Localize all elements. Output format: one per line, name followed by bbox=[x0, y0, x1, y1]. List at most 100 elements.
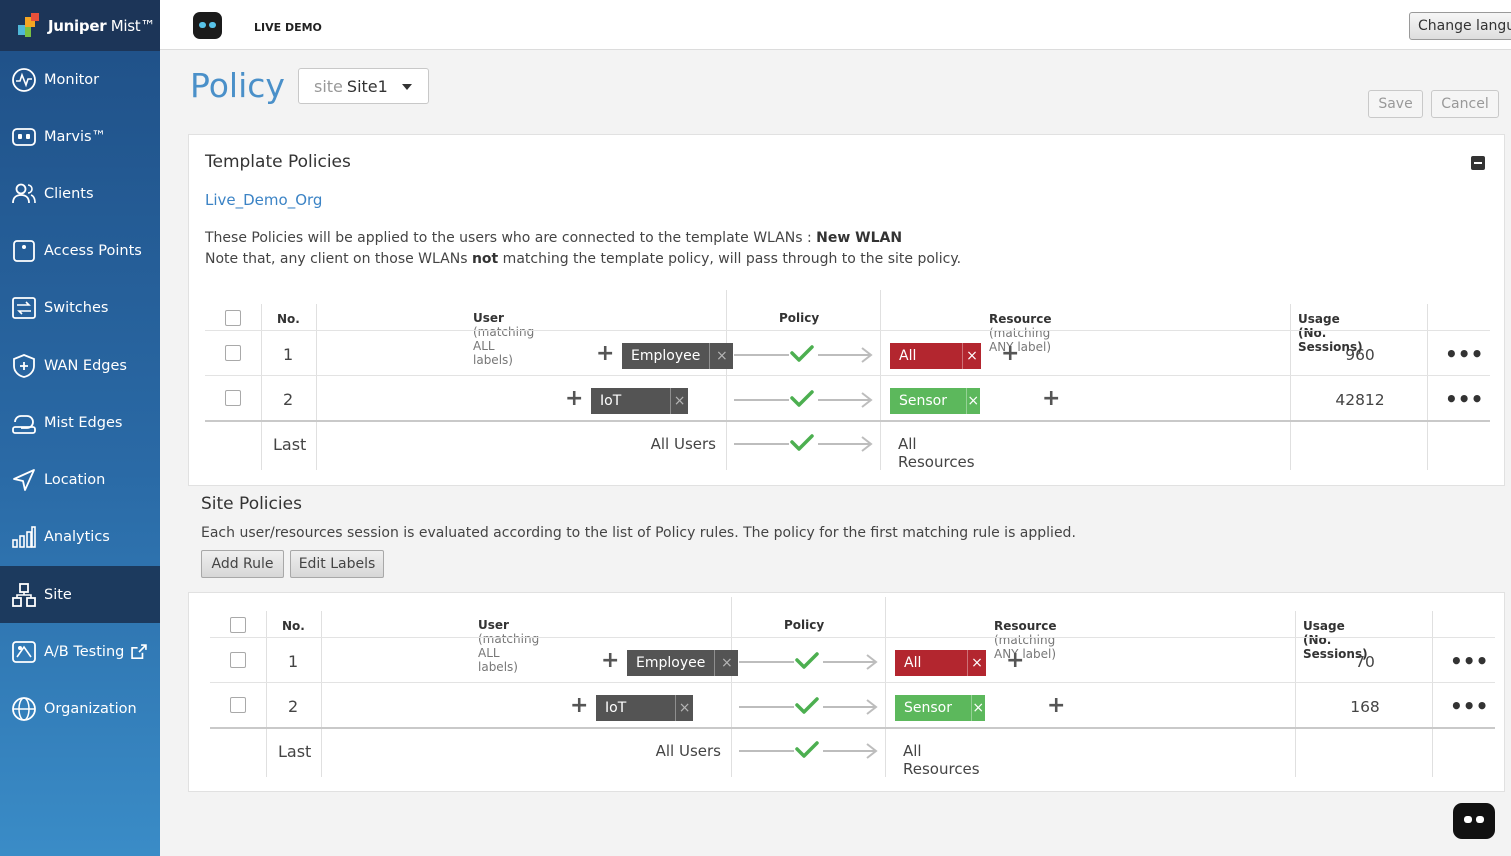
resource-label-tag: Sensor Server × bbox=[890, 388, 980, 435]
user-label-tag: Employee × bbox=[627, 650, 739, 676]
external-link-icon bbox=[131, 643, 148, 659]
add-resource-label-icon[interactable]: + bbox=[1047, 695, 1065, 717]
col-header-user: User (matching ALL labels) bbox=[473, 311, 535, 367]
row-checkbox[interactable] bbox=[230, 697, 246, 713]
sidebar-item-label: Switches bbox=[44, 299, 109, 316]
save-button[interactable]: Save bbox=[1368, 90, 1423, 118]
sidebar-item-clients[interactable]: Clients bbox=[0, 165, 160, 222]
more-options-icon[interactable]: ••• bbox=[1445, 387, 1483, 411]
site-selector[interactable]: site Site1 bbox=[298, 68, 429, 104]
add-resource-label-icon[interactable]: + bbox=[1042, 388, 1060, 410]
row-number: 1 bbox=[283, 345, 294, 364]
select-all-checkbox[interactable] bbox=[225, 310, 241, 326]
edit-labels-button[interactable]: Edit Labels bbox=[290, 550, 384, 578]
col-header-resource: Resource (matching ANY label) bbox=[989, 312, 1052, 354]
default-allow-policy-icon bbox=[734, 434, 874, 454]
sidebar-item-monitor[interactable]: Monitor bbox=[0, 51, 160, 108]
sidebar-item-switches[interactable]: Switches bbox=[0, 279, 160, 336]
monitor-icon bbox=[12, 67, 36, 92]
sidebar-item-wan-edges[interactable]: WAN Edges bbox=[0, 337, 160, 394]
col-header-no: No. bbox=[282, 619, 305, 633]
org-link[interactable]: Live_Demo_Org bbox=[205, 191, 322, 209]
mist-edges-icon bbox=[12, 414, 36, 434]
remove-tag-icon[interactable]: × bbox=[669, 388, 688, 414]
marvis-icon bbox=[12, 127, 36, 146]
template-description-line1: These Policies will be applied to the us… bbox=[205, 230, 903, 246]
last-row-label: Last bbox=[278, 742, 312, 761]
sidebar: Juniper Mist™ Monitor Marvis™ Clients Ac… bbox=[0, 0, 160, 856]
site-policies-title: Site Policies bbox=[201, 494, 302, 514]
top-bar: LIVE DEMO Change langu bbox=[160, 0, 1511, 50]
usage-sessions: 960 bbox=[1345, 346, 1375, 364]
sidebar-item-marvis[interactable]: Marvis™ bbox=[0, 108, 160, 165]
sidebar-item-analytics[interactable]: Analytics bbox=[0, 508, 160, 565]
add-resource-label-icon[interactable]: + bbox=[1001, 343, 1019, 365]
row-number: 1 bbox=[288, 652, 299, 671]
usage-sessions: 70 bbox=[1355, 653, 1375, 671]
add-rule-button[interactable]: Add Rule bbox=[201, 550, 284, 578]
marvis-bot-icon[interactable] bbox=[193, 12, 222, 39]
all-resources-label: All Resources bbox=[903, 742, 980, 778]
sidebar-item-location[interactable]: Location bbox=[0, 451, 160, 508]
sidebar-item-label: Mist Edges bbox=[44, 414, 123, 431]
select-all-checkbox[interactable] bbox=[230, 617, 246, 633]
sidebar-item-access-points[interactable]: Access Points bbox=[0, 222, 160, 279]
remove-tag-icon[interactable]: × bbox=[709, 343, 733, 369]
col-header-policy: Policy bbox=[779, 311, 820, 325]
col-header-no: No. bbox=[277, 312, 300, 326]
all-resources-label: All Resources bbox=[898, 435, 975, 471]
remove-tag-icon[interactable]: × bbox=[967, 650, 986, 676]
more-options-icon[interactable]: ••• bbox=[1450, 694, 1488, 718]
default-allow-policy-icon bbox=[739, 741, 879, 761]
remove-tag-icon[interactable]: × bbox=[965, 388, 980, 414]
col-header-user: User (matching ALL labels) bbox=[478, 618, 540, 674]
sidebar-item-ab-testing[interactable]: A/B Testing bbox=[0, 623, 160, 680]
add-user-label-icon[interactable]: + bbox=[601, 650, 619, 672]
site-description: Each user/resources session is evaluated… bbox=[201, 525, 1076, 541]
site-selector-value: Site1 bbox=[346, 77, 388, 96]
user-label-tag: IoT Sensors × bbox=[596, 695, 694, 742]
add-user-label-icon[interactable]: + bbox=[596, 343, 614, 365]
sidebar-item-label: Access Points bbox=[44, 242, 142, 259]
all-users-label: All Users bbox=[650, 435, 716, 453]
change-language-button[interactable]: Change langu bbox=[1409, 12, 1511, 40]
chat-bot-button[interactable] bbox=[1453, 803, 1495, 839]
add-user-label-icon[interactable]: + bbox=[565, 388, 583, 410]
wan-edges-icon bbox=[13, 353, 35, 378]
allow-policy-icon[interactable] bbox=[734, 345, 874, 365]
remove-tag-icon[interactable]: × bbox=[962, 343, 981, 369]
row-checkbox[interactable] bbox=[225, 390, 241, 406]
more-options-icon[interactable]: ••• bbox=[1450, 649, 1488, 673]
sidebar-item-label: WAN Edges bbox=[44, 357, 127, 374]
sidebar-item-label: Site bbox=[44, 586, 72, 603]
sidebar-item-label: A/B Testing bbox=[44, 643, 125, 660]
sidebar-item-site[interactable]: Site bbox=[0, 566, 160, 623]
remove-tag-icon[interactable]: × bbox=[970, 695, 985, 721]
cancel-button[interactable]: Cancel bbox=[1431, 90, 1499, 118]
live-demo-label: LIVE DEMO bbox=[254, 21, 322, 34]
collapse-icon[interactable] bbox=[1471, 156, 1485, 170]
more-options-icon[interactable]: ••• bbox=[1445, 342, 1483, 366]
sidebar-item-label: Organization bbox=[44, 700, 137, 717]
sidebar-item-organization[interactable]: Organization bbox=[0, 680, 160, 737]
row-checkbox[interactable] bbox=[225, 345, 241, 361]
allow-policy-icon[interactable] bbox=[739, 652, 879, 672]
site-icon bbox=[12, 582, 36, 607]
allow-policy-icon[interactable] bbox=[739, 697, 879, 717]
col-header-resource: Resource (matching ANY label) bbox=[994, 619, 1057, 661]
add-resource-label-icon[interactable]: + bbox=[1006, 650, 1024, 672]
ab-testing-icon bbox=[12, 640, 36, 663]
resource-label-tag: Sensor Server × bbox=[895, 695, 985, 742]
brand-name: Juniper Mist™ bbox=[48, 16, 156, 35]
remove-tag-icon[interactable]: × bbox=[674, 695, 693, 721]
remove-tag-icon[interactable]: × bbox=[714, 650, 738, 676]
sidebar-item-mist-edges[interactable]: Mist Edges bbox=[0, 394, 160, 451]
add-user-label-icon[interactable]: + bbox=[570, 695, 588, 717]
template-description-line2: Note that, any client on those WLANs not… bbox=[205, 251, 962, 267]
row-checkbox[interactable] bbox=[230, 652, 246, 668]
allow-policy-icon[interactable] bbox=[734, 390, 874, 410]
user-label-tag: Employee × bbox=[622, 343, 734, 369]
juniper-logo-icon bbox=[16, 12, 42, 39]
logo[interactable]: Juniper Mist™ bbox=[0, 0, 160, 51]
sidebar-item-label: Marvis™ bbox=[44, 128, 107, 145]
